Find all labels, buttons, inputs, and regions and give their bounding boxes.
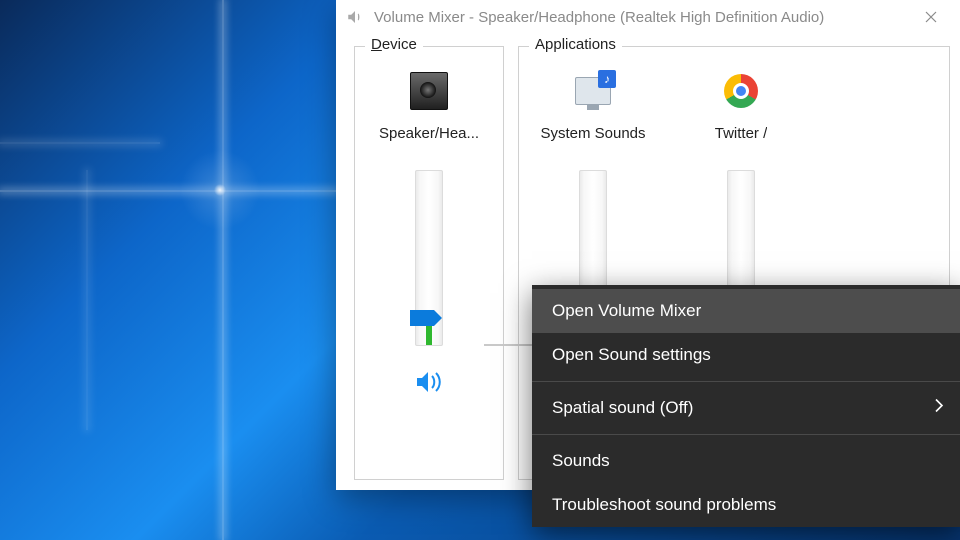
close-icon xyxy=(925,11,937,23)
menu-item-sounds[interactable]: Sounds xyxy=(532,439,960,483)
slider-thumb[interactable] xyxy=(410,310,434,326)
menu-item-label: Spatial sound (Off) xyxy=(552,398,693,418)
channel-name: Twitter / xyxy=(715,125,768,142)
menu-item-open-sound-settings[interactable]: Open Sound settings xyxy=(532,333,960,377)
menu-item-label: Troubleshoot sound problems xyxy=(552,495,776,515)
device-group-label: Device xyxy=(365,36,423,53)
mute-button[interactable] xyxy=(415,368,443,396)
channel-device: Speaker/Hea... xyxy=(355,65,503,396)
menu-separator xyxy=(532,434,960,435)
channel-name: Speaker/Hea... xyxy=(379,125,479,142)
close-button[interactable] xyxy=(908,0,954,34)
speaker-icon xyxy=(346,8,364,26)
menu-separator xyxy=(532,381,960,382)
chrome-icon[interactable] xyxy=(721,71,761,111)
menu-item-label: Open Volume Mixer xyxy=(552,301,701,321)
tray-context-menu: Open Volume Mixer Open Sound settings Sp… xyxy=(532,285,960,527)
speaker-unmuted-icon xyxy=(416,371,442,393)
volume-slider[interactable] xyxy=(404,170,454,346)
channel-name: System Sounds xyxy=(540,125,645,142)
chevron-right-icon xyxy=(934,398,944,419)
applications-group-label: Applications xyxy=(529,36,622,53)
window-title: Volume Mixer - Speaker/Headphone (Realte… xyxy=(374,9,908,26)
menu-item-label: Open Sound settings xyxy=(552,345,711,365)
menu-item-troubleshoot[interactable]: Troubleshoot sound problems xyxy=(532,483,960,527)
device-group: Device Speaker/Hea... xyxy=(354,46,504,480)
menu-item-label: Sounds xyxy=(552,451,610,471)
title-bar[interactable]: Volume Mixer - Speaker/Headphone (Realte… xyxy=(336,0,960,34)
system-sounds-icon[interactable]: ♪ xyxy=(573,71,613,111)
menu-item-spatial-sound[interactable]: Spatial sound (Off) xyxy=(532,386,960,430)
speaker-device-icon[interactable] xyxy=(409,71,449,111)
menu-item-open-volume-mixer[interactable]: Open Volume Mixer xyxy=(532,289,960,333)
